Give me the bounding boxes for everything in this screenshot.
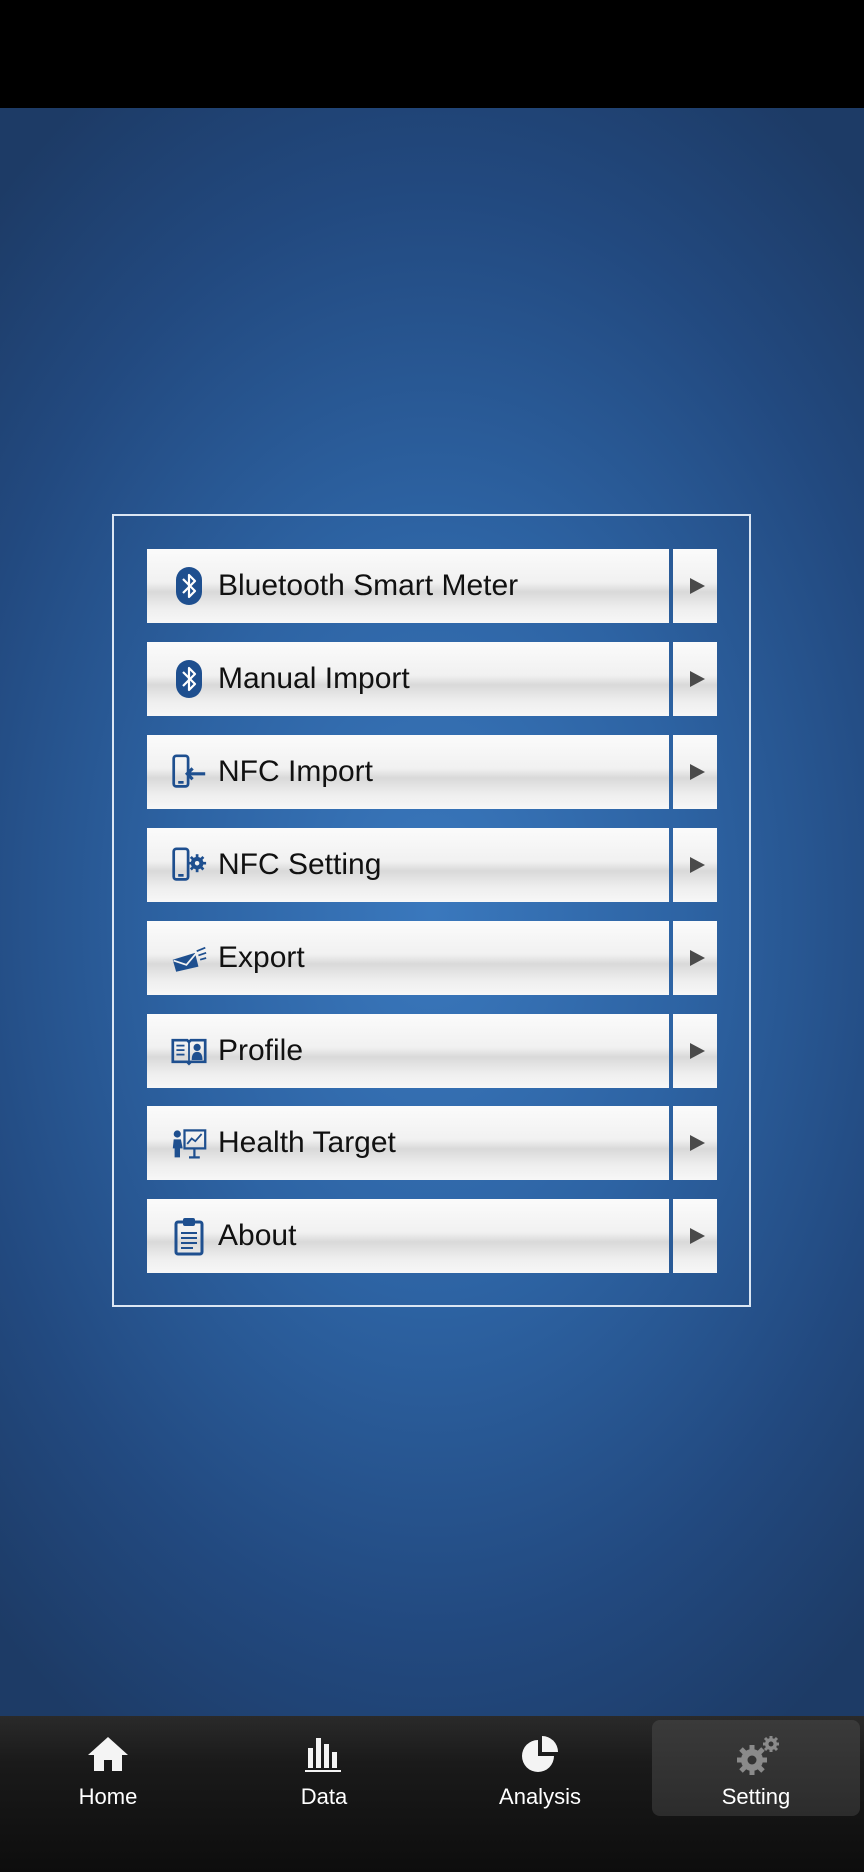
tab-data[interactable]: Data [216, 1720, 432, 1816]
menu-item-arrow-button[interactable] [673, 735, 717, 809]
phone-import-icon [171, 752, 207, 792]
menu-item-arrow-button[interactable] [673, 921, 717, 995]
presentation-icon [171, 1123, 207, 1163]
tab-label: Setting [721, 1784, 791, 1809]
menu-item-label: Export [218, 941, 305, 974]
tab-home[interactable]: Home [0, 1720, 216, 1816]
play-arrow-icon [689, 1043, 705, 1059]
menu-item-button[interactable]: NFC Setting [147, 828, 669, 902]
play-arrow-icon [689, 1135, 705, 1151]
play-arrow-icon [689, 950, 705, 966]
tab-label: Data [300, 1784, 348, 1809]
menu-item-health-target[interactable]: Health Target [147, 1106, 717, 1180]
play-arrow-icon [689, 857, 705, 873]
menu-item-arrow-button[interactable] [673, 549, 717, 623]
status-bar [0, 0, 864, 108]
bar-chart-icon [302, 1734, 346, 1774]
menu-item-arrow-button[interactable] [673, 1106, 717, 1180]
menu-frame [112, 514, 751, 1307]
bluetooth-icon [171, 659, 207, 699]
menu-item-label: Manual Import [218, 662, 410, 695]
menu-item-bluetooth-smart-meter[interactable]: Bluetooth Smart Meter [147, 549, 717, 623]
play-arrow-icon [689, 764, 705, 780]
pie-chart-icon [518, 1734, 562, 1774]
menu-item-arrow-button[interactable] [673, 642, 717, 716]
menu-item-nfc-import[interactable]: NFC Import [147, 735, 717, 809]
menu-item-button[interactable]: Health Target [147, 1106, 669, 1180]
menu-item-button[interactable]: About [147, 1199, 669, 1273]
menu-item-label: Bluetooth Smart Meter [218, 569, 519, 602]
menu-item-label: NFC Setting [218, 848, 382, 881]
gear-icon [734, 1734, 779, 1775]
play-arrow-icon [689, 671, 705, 687]
menu-item-button[interactable]: Profile [147, 1014, 669, 1088]
play-arrow-icon [689, 1228, 705, 1244]
book-user-icon [171, 1031, 207, 1071]
menu-item-label: NFC Import [218, 755, 374, 788]
menu-item-about[interactable]: About [147, 1199, 717, 1273]
menu-item-button[interactable]: NFC Import [147, 735, 669, 809]
play-arrow-icon [689, 578, 705, 594]
menu-item-label: Profile [218, 1034, 304, 1067]
menu-item-arrow-button[interactable] [673, 828, 717, 902]
tab-analysis[interactable]: Analysis [432, 1720, 648, 1816]
menu-item-export[interactable]: Export [147, 921, 717, 995]
tab-label: Home [78, 1784, 138, 1809]
menu-item-arrow-button[interactable] [673, 1199, 717, 1273]
menu-item-nfc-setting[interactable]: NFC Setting [147, 828, 717, 902]
menu-item-label: Health Target [218, 1126, 396, 1159]
home-icon [86, 1734, 130, 1774]
bottom-tab-bar: Home Data Analysis Setting [0, 1716, 864, 1872]
phone-gear-icon [171, 845, 207, 885]
clipboard-icon [171, 1216, 207, 1256]
menu-item-button[interactable]: Manual Import [147, 642, 669, 716]
tab-setting[interactable]: Setting [652, 1720, 860, 1816]
menu-item-profile[interactable]: Profile [147, 1014, 717, 1088]
bluetooth-icon [171, 566, 207, 606]
menu-item-label: About [218, 1219, 297, 1252]
menu-item-arrow-button[interactable] [673, 1014, 717, 1088]
envelope-icon [171, 938, 207, 978]
tab-label: Analysis [499, 1784, 581, 1809]
menu-item-button[interactable]: Bluetooth Smart Meter [147, 549, 669, 623]
menu-item-manual-import[interactable]: Manual Import [147, 642, 717, 716]
menu-item-button[interactable]: Export [147, 921, 669, 995]
